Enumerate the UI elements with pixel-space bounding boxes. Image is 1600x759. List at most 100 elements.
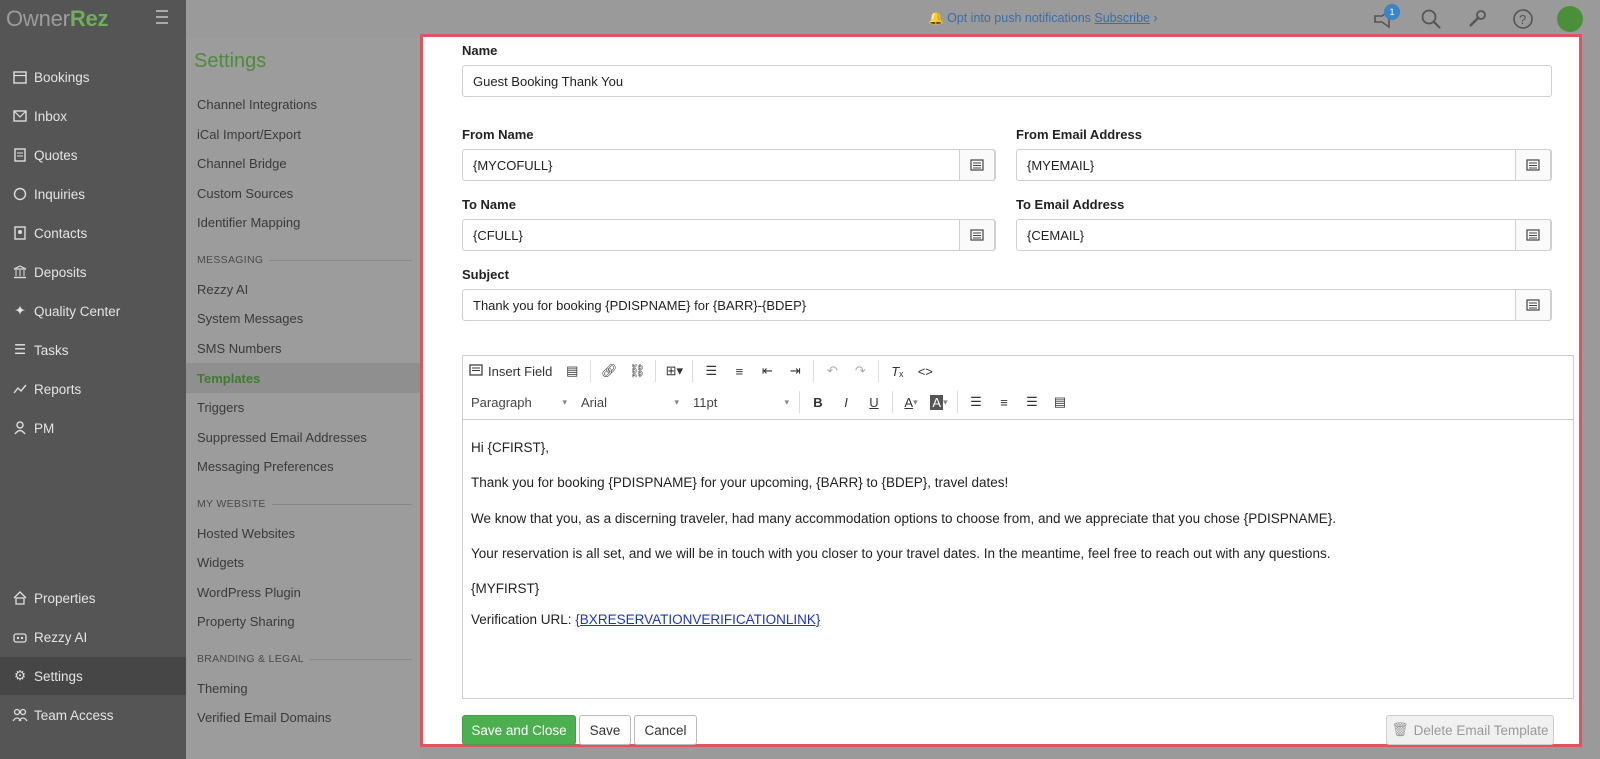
file-icon[interactable]: ▤ [558,358,586,384]
help-icon[interactable]: ? [1512,8,1534,30]
settings-item-templates[interactable]: Templates [197,371,260,386]
from-email-label: From Email Address [1016,127,1142,142]
sidebar-item-team-access[interactable]: Team Access [0,696,186,734]
insert-field-icon[interactable] [1515,149,1551,181]
body-signature[interactable]: {MYFIRST} [471,581,539,596]
save-and-close-button[interactable]: Save and Close [462,715,576,745]
settings-item-sms-numbers[interactable]: SMS Numbers [197,341,282,356]
font-select[interactable]: Arial ▾ [573,389,685,415]
unlink-icon[interactable]: ⛓︎ [623,358,651,384]
numbered-list-icon[interactable]: ≡ [725,358,753,384]
settings-item-verified-email-domains[interactable]: Verified Email Domains [197,710,331,725]
delete-template-button[interactable]: 🗑︎ Delete Email Template [1386,715,1554,745]
sidebar-item-quotes[interactable]: Quotes [0,136,186,174]
sidebar-item-pm[interactable]: PM [0,409,186,447]
align-justify-icon[interactable]: ▤ [1046,389,1074,415]
verification-link[interactable]: {BXRESERVATIONVERIFICATIONLINK} [575,612,820,627]
checklist-icon: ☰ [13,342,27,357]
settings-item-hosted-websites[interactable]: Hosted Websites [197,526,295,541]
body-greeting[interactable]: Hi {CFIRST}, [471,440,549,455]
font-size-select[interactable]: 11pt ▾ [685,389,795,415]
sidebar-item-tasks[interactable]: ☰ Tasks [0,331,186,369]
sidebar-item-reports[interactable]: Reports [0,370,186,408]
settings-item-identifier-mapping[interactable]: Identifier Mapping [197,215,300,230]
undo-icon[interactable]: ↶ [818,358,846,384]
insert-field-icon[interactable] [959,149,995,181]
sidebar-item-inbox[interactable]: Inbox [0,97,186,135]
settings-item-property-sharing[interactable]: Property Sharing [197,614,295,629]
body-paragraph-2[interactable]: We know that you, as a discerning travel… [471,511,1336,526]
insert-field-button[interactable]: Insert Field [463,358,558,384]
user-avatar[interactable] [1557,6,1583,32]
indent-icon[interactable]: ⇥ [781,358,809,384]
sidebar-item-bookings[interactable]: Bookings [0,58,186,96]
highlight-color-icon[interactable]: A ▾ [925,389,953,415]
svg-text:?: ? [1519,12,1526,27]
team-icon [12,707,28,723]
settings-item-widgets[interactable]: Widgets [197,555,244,570]
to-email-label: To Email Address [1016,197,1125,212]
bold-icon[interactable]: B [804,389,832,415]
sidebar-item-label: Quality Center [34,303,121,319]
align-left-icon[interactable]: ☰ [962,389,990,415]
table-icon[interactable]: ⊞▾ [660,358,688,384]
save-button[interactable]: Save [579,715,631,745]
insert-field-icon[interactable] [959,219,995,251]
delete-label: Delete Email Template [1413,722,1549,738]
sidebar-item-settings[interactable]: ⚙ Settings [0,657,186,695]
settings-item-system-messages[interactable]: System Messages [197,311,303,326]
subscribe-link[interactable]: Subscribe [1094,11,1150,25]
settings-item-ical[interactable]: iCal Import/Export [197,127,301,142]
settings-item-messaging-preferences[interactable]: Messaging Preferences [197,459,334,474]
from-name-input[interactable]: {MYCOFULL} [462,149,996,181]
sidebar-item-properties[interactable]: Properties [0,579,186,617]
insert-field-label: Insert Field [488,363,553,379]
document-icon [12,147,28,163]
body-paragraph-3[interactable]: Your reservation is all set, and we will… [471,546,1330,561]
clear-format-icon[interactable]: Tₓ [883,358,911,384]
sidebar-item-inquiries[interactable]: Inquiries [0,175,186,213]
chat-icon [12,186,28,202]
settings-item-triggers[interactable]: Triggers [197,400,244,415]
sidebar-item-contacts[interactable]: Contacts [0,214,186,252]
settings-item-channel-bridge[interactable]: Channel Bridge [197,156,287,171]
to-email-input[interactable]: {CEMAIL} [1016,219,1552,251]
bullet-list-icon[interactable]: ☰ [697,358,725,384]
insert-field-icon[interactable] [1515,219,1551,251]
sidebar-collapse-icon[interactable] [156,10,174,26]
link-icon[interactable]: 🔗︎ [595,358,623,384]
from-email-input[interactable]: {MYEMAIL} [1016,149,1552,181]
format-select[interactable]: Paragraph ▾ [463,389,573,415]
notification-badge: 1 [1384,4,1400,20]
sidebar-item-label: Quotes [34,147,78,163]
align-center-icon[interactable]: ≡ [990,389,1018,415]
section-header-messaging: MESSAGING [197,254,412,266]
calendar-icon [12,69,28,85]
sidebar-item-quality-center[interactable]: ✦ Quality Center [0,292,186,330]
settings-item-theming[interactable]: Theming [197,681,248,696]
push-notification-prompt[interactable]: 🔔 Opt into push notifications Subscribe … [928,11,1158,26]
text-color-icon[interactable]: A ▾ [897,389,925,415]
subject-input[interactable]: Thank you for booking {PDISPNAME} for {B… [462,289,1552,321]
to-name-input[interactable]: {CFULL} [462,219,996,251]
sidebar-item-label: Settings [34,668,83,684]
source-code-icon[interactable]: <> [911,358,939,384]
sidebar-item-rezzy-ai[interactable]: Rezzy AI [0,618,186,656]
search-icon[interactable] [1420,8,1442,30]
settings-item-channel-integrations[interactable]: Channel Integrations [197,97,317,112]
insert-field-icon[interactable] [1515,289,1551,321]
wrench-icon[interactable] [1466,8,1488,30]
settings-item-custom-sources[interactable]: Custom Sources [197,186,293,201]
underline-icon[interactable]: U [860,389,888,415]
italic-icon[interactable]: I [832,389,860,415]
settings-item-wordpress-plugin[interactable]: WordPress Plugin [197,585,301,600]
settings-item-suppressed-emails[interactable]: Suppressed Email Addresses [197,430,367,445]
settings-item-rezzy-ai[interactable]: Rezzy AI [197,282,248,297]
align-right-icon[interactable]: ☰ [1018,389,1046,415]
sidebar-item-deposits[interactable]: Deposits [0,253,186,291]
cancel-button[interactable]: Cancel [634,715,697,745]
outdent-icon[interactable]: ⇤ [753,358,781,384]
name-input[interactable]: Guest Booking Thank You [462,65,1552,97]
redo-icon[interactable]: ↷ [846,358,874,384]
body-paragraph-1[interactable]: Thank you for booking {PDISPNAME} for yo… [471,475,1008,490]
